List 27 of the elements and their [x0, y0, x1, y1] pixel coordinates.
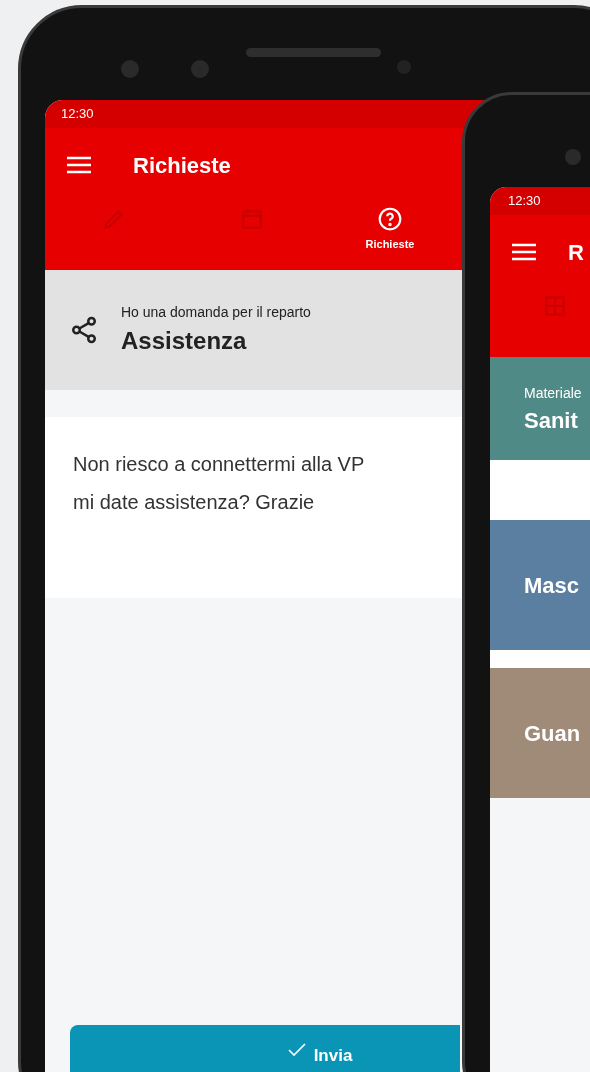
nav-tab[interactable]: Richieste: [321, 202, 459, 262]
status-time: 12:30: [508, 192, 541, 211]
share-icon[interactable]: [69, 315, 99, 345]
calendar-icon: [239, 206, 265, 232]
camera-icon: [121, 60, 139, 78]
header-title: R: [568, 238, 584, 267]
camera-icon: [565, 149, 581, 165]
check-icon: [287, 1043, 306, 1057]
topic-subtitle: Ho una domanda per il reparto: [121, 302, 311, 322]
header-title: Richieste: [133, 151, 231, 180]
send-button[interactable]: Invia: [70, 1025, 460, 1072]
menu-icon[interactable]: [67, 156, 91, 174]
card-caption: Materiale: [524, 384, 583, 403]
category-card[interactable]: Masc: [490, 520, 590, 650]
topic-title: Assistenza: [121, 325, 248, 356]
help-icon: [377, 206, 403, 232]
camera-icon: [191, 60, 209, 78]
menu-icon[interactable]: [512, 243, 536, 261]
grid-icon: [542, 293, 568, 319]
category-card[interactable]: Materiale Sanit: [490, 357, 590, 460]
card-title: Masc: [524, 571, 581, 600]
card-title: Guan: [524, 719, 582, 748]
message-text: Non riesco a connettermi alla VP: [73, 452, 366, 477]
card-title: Sanit: [524, 407, 579, 435]
status-time: 12:30: [61, 105, 94, 124]
category-card[interactable]: Guan: [490, 668, 590, 798]
message-text: mi date assistenza? Grazie: [73, 490, 316, 515]
